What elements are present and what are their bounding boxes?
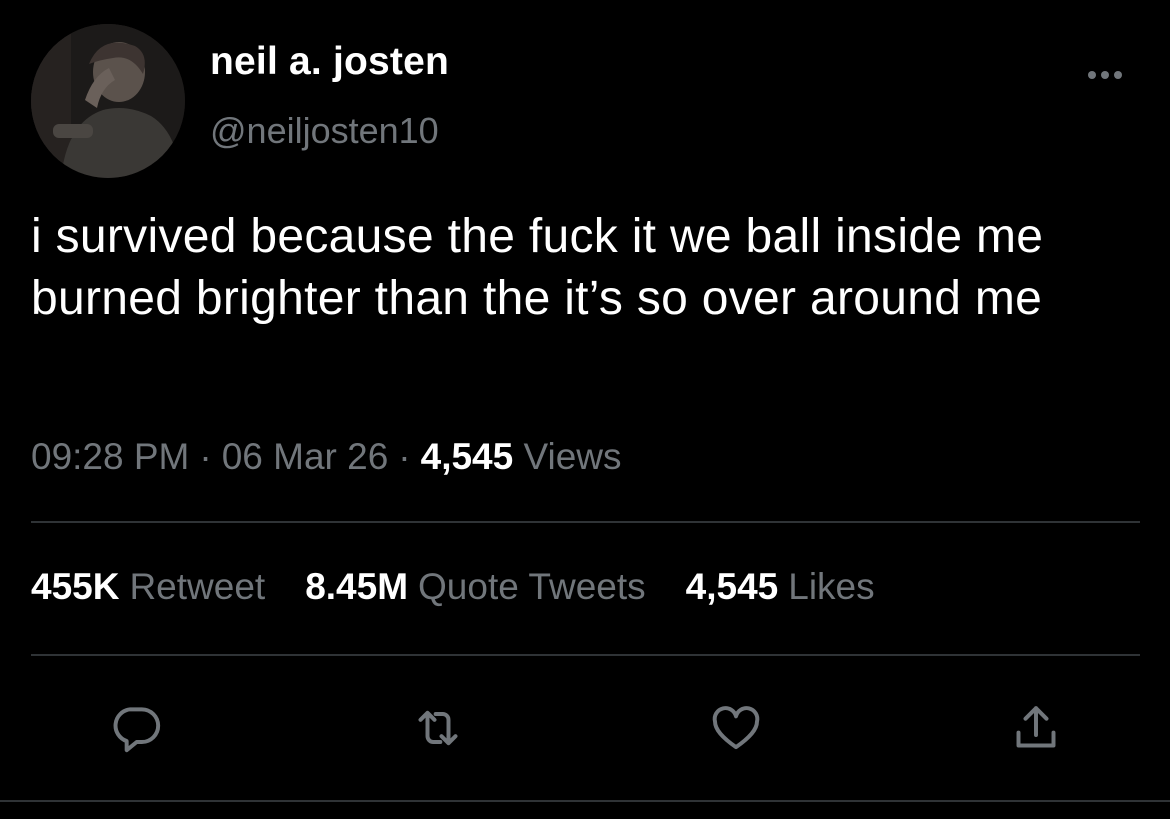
meta-separator: · (398, 436, 411, 477)
more-horizontal-icon (1088, 71, 1096, 79)
views-label: Views (523, 436, 622, 477)
like-button[interactable] (708, 700, 764, 756)
tweet-meta: 09:28 PM · 06 Mar 26 · 4,545 Views (31, 436, 622, 478)
heart-icon (712, 706, 760, 750)
divider (31, 521, 1140, 523)
more-horizontal-icon-dot (1101, 71, 1109, 79)
avatar[interactable] (31, 24, 185, 178)
meta-separator: · (199, 436, 212, 477)
more-options-button[interactable] (1080, 60, 1130, 90)
divider (31, 654, 1140, 656)
avatar-image (31, 24, 185, 178)
retweet-icon (418, 710, 458, 746)
likes-count: 4,545 (685, 566, 779, 607)
likes-label: Likes (788, 566, 875, 607)
tweet-date[interactable]: 06 Mar 26 (222, 436, 389, 477)
quotes-count: 8.45M (305, 566, 409, 607)
tweet-stats: 455K Retweet 8.45M Quote Tweets 4,545 Likes (31, 566, 875, 608)
author-handle[interactable]: @neiljosten10 (210, 110, 439, 152)
divider (0, 800, 1170, 802)
quotes-label: Quote Tweets (418, 566, 646, 607)
share-icon (1016, 706, 1056, 748)
retweets-stat[interactable]: 455K Retweet (31, 566, 265, 608)
tweet-detail: neil a. josten @neiljosten10 i survived … (0, 0, 1170, 819)
more-horizontal-icon-dot (1114, 71, 1122, 79)
retweets-count: 455K (31, 566, 120, 607)
reply-button[interactable] (108, 700, 164, 756)
likes-stat[interactable]: 4,545 Likes (686, 566, 875, 608)
views-count: 4,545 (420, 436, 514, 477)
tweet-time[interactable]: 09:28 PM (31, 436, 189, 477)
share-button[interactable] (1008, 700, 1064, 756)
retweets-label: Retweet (129, 566, 266, 607)
retweet-button[interactable] (410, 700, 466, 756)
author-display-name[interactable]: neil a. josten (210, 40, 449, 84)
quotes-stat[interactable]: 8.45M Quote Tweets (305, 566, 645, 608)
tweet-text: i survived because the fuck it we ball i… (31, 210, 1044, 325)
reply-icon (113, 707, 161, 753)
